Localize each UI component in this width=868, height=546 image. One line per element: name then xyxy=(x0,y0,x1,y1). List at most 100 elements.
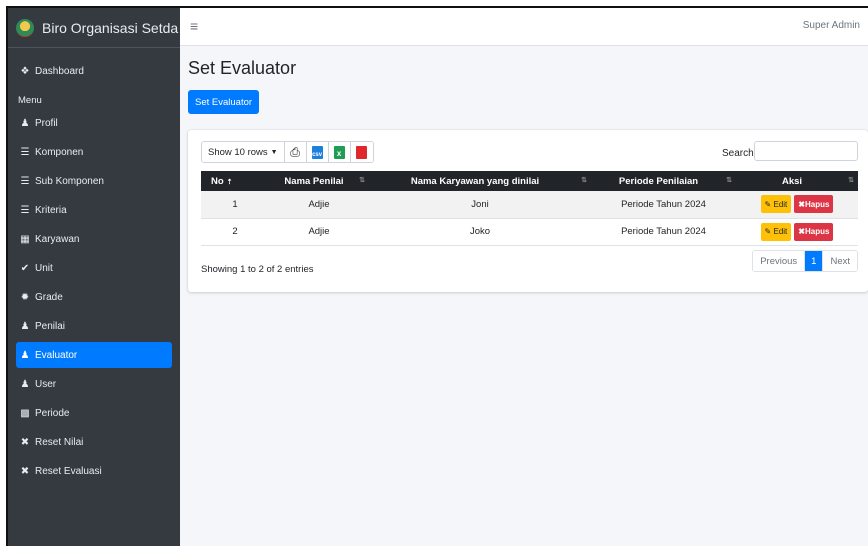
main-content: Set Evaluator Set Evaluator Show 10 rows… xyxy=(180,46,868,546)
sidebar-item-reset-evaluasi[interactable]: ✖ Reset Evaluasi xyxy=(16,458,172,484)
search-input[interactable] xyxy=(754,141,858,161)
sidebar-item-komponen[interactable]: ☰ Komponen xyxy=(16,139,172,165)
cell-periode: Periode Tahun 2024 xyxy=(591,218,736,246)
users-icon: ♟​ xyxy=(20,378,30,390)
csv-file-icon: csv xyxy=(311,145,323,159)
user-menu[interactable]: Super Admin xyxy=(803,20,860,31)
column-header-label: Nama Karyawan yang dinilai xyxy=(410,175,540,187)
brand-title: Biro Organisasi Setda Su xyxy=(42,19,180,36)
sidebar-item-label: Dashboard xyxy=(35,65,84,77)
excel-file-icon: x xyxy=(333,145,345,159)
sort-asc-icon: ⇡ xyxy=(226,178,233,186)
column-header-nama-karyawan[interactable]: Nama Karyawan yang dinilai ⇅ xyxy=(369,171,591,191)
cell-periode: Periode Tahun 2024 xyxy=(591,191,736,219)
evaluator-table: No ⇡ Nama Penilai ⇅ Nama Karyawan yang din… xyxy=(201,171,858,246)
x-icon: ✖ xyxy=(20,465,30,477)
gear-icon: ✹ xyxy=(20,291,30,303)
edit-label: Edit xyxy=(773,199,788,209)
sidebar-item-dashboard[interactable]: ❖ Dashboard xyxy=(16,58,172,84)
sidebar-item-reset-nilai[interactable]: ✖ Reset Nilai xyxy=(16,429,172,455)
sidebar-item-penilai[interactable]: ♟ Penilai xyxy=(16,313,172,339)
calendar-icon: ▩ xyxy=(20,407,30,419)
delete-button[interactable]: ✖Hapus xyxy=(794,222,834,241)
app-frame: Biro Organisasi Setda Su ❖ Dashboard Men… xyxy=(6,6,868,546)
close-icon: ✖ xyxy=(798,199,805,209)
menu-header: Menu xyxy=(18,95,42,106)
column-header-aksi[interactable]: Aksi ⇅ xyxy=(736,171,858,191)
cell-aksi: ✎ Edit ✖Hapus xyxy=(736,218,858,246)
cell-penilai: Adjie xyxy=(269,218,369,246)
sidebar-item-profil[interactable]: ♟ Profil xyxy=(16,110,172,136)
cell-aksi: ✎ Edit ✖Hapus xyxy=(736,191,858,219)
cell-no: 2 xyxy=(201,218,269,246)
cell-penilai: Adjie xyxy=(269,191,369,219)
column-header-label: Nama Penilai xyxy=(284,175,344,187)
cell-no: 1 xyxy=(201,191,269,219)
sidebar-item-periode[interactable]: ▩ Periode xyxy=(16,400,172,426)
sidebar-item-label: Sub Komponen xyxy=(35,175,104,187)
sidebar-item-kriteria[interactable]: ☰ Kriteria xyxy=(16,197,172,223)
sidebar-item-grade[interactable]: ✹ Grade xyxy=(16,284,172,310)
sort-icon: ⇅ xyxy=(581,177,587,184)
sidebar-nav: ❖ Dashboard Menu ♟ Profil ☰ Komponen ☰ S… xyxy=(8,48,180,493)
sidebar-item-label: Reset Nilai xyxy=(35,436,84,448)
brand-link[interactable]: Biro Organisasi Setda Su xyxy=(8,8,180,48)
page-title: Set Evaluator xyxy=(188,58,297,78)
show-rows-dropdown[interactable]: Show 10 rows ▼ xyxy=(202,142,285,162)
csv-button[interactable]: csv xyxy=(306,142,329,162)
pagination: Previous 1 Next xyxy=(752,250,858,272)
table-info: Showing 1 to 2 of 2 entries xyxy=(201,264,314,275)
table-card: Show 10 rows ▼ ⎙ csv x Search: No ⇡ Nama… xyxy=(188,130,868,292)
delete-label: Hapus xyxy=(804,227,830,236)
sidebar-item-label: Komponen xyxy=(35,146,84,158)
sidebar-item-sub-komponen[interactable]: ☰ Sub Komponen xyxy=(16,168,172,194)
sidebar: Biro Organisasi Setda Su ❖ Dashboard Men… xyxy=(8,8,180,546)
sidebar-item-label: Profil xyxy=(35,117,58,129)
sidebar-item-label: Periode xyxy=(35,407,70,419)
column-header-nama-penilai[interactable]: Nama Penilai ⇅ xyxy=(269,171,369,191)
building-icon: ▦ xyxy=(20,233,30,245)
sidebar-item-label: Unit xyxy=(35,262,53,274)
sidebar-item-label: Karyawan xyxy=(35,233,80,245)
check-icon: ✔ xyxy=(20,262,30,274)
edit-label: Edit xyxy=(773,227,788,236)
set-evaluator-button[interactable]: Set Evaluator xyxy=(188,90,260,114)
sidebar-item-label: Grade xyxy=(35,291,63,303)
pagination-page-1[interactable]: 1 xyxy=(805,251,824,271)
column-header-no[interactable]: No ⇡ xyxy=(201,171,269,191)
column-header-label: Aksi xyxy=(781,175,803,187)
sidebar-item-karyawan[interactable]: ▦ Karyawan xyxy=(16,226,172,252)
list-icon: ☰ xyxy=(20,146,30,158)
table-row: 1 Adjie Joni Periode Tahun 2024 ✎ Edit ✖… xyxy=(201,191,858,219)
hamburger-icon[interactable]: ≡ xyxy=(190,18,198,34)
sidebar-item-evaluator[interactable]: ♟ Evaluator xyxy=(16,342,172,368)
excel-button[interactable]: x xyxy=(328,142,351,162)
cell-karyawan: Joko xyxy=(369,218,591,246)
pagination-previous[interactable]: Previous xyxy=(753,251,806,271)
sort-icon: ⇅ xyxy=(359,177,365,184)
sidebar-item-label: Kriteria xyxy=(35,204,67,216)
chevron-down-icon: ▼ xyxy=(270,148,278,156)
search-label: Search: xyxy=(722,148,757,159)
sidebar-item-user[interactable]: ♟​ User xyxy=(16,371,172,397)
cell-karyawan: Joni xyxy=(369,191,591,219)
home-icon: ❖ xyxy=(20,65,30,77)
edit-icon: ✎ xyxy=(764,227,772,236)
pdf-button[interactable] xyxy=(350,142,373,162)
edit-button[interactable]: ✎ Edit xyxy=(760,222,792,241)
sidebar-item-unit[interactable]: ✔ Unit xyxy=(16,255,172,281)
x-icon: ✖ xyxy=(20,436,30,448)
edit-icon: ✎ xyxy=(764,199,772,209)
user-icon: ♟ xyxy=(20,349,30,361)
sidebar-item-label: Reset Evaluasi xyxy=(35,465,102,477)
column-header-periode[interactable]: Periode Penilaian ⇅ xyxy=(591,171,736,191)
print-button[interactable]: ⎙ xyxy=(284,142,307,162)
pdf-file-icon xyxy=(356,145,368,159)
delete-button[interactable]: ✖Hapus xyxy=(794,195,834,214)
user-icon: ♟ xyxy=(20,320,30,332)
delete-label: Hapus xyxy=(804,199,830,209)
list-icon: ☰ xyxy=(20,175,30,187)
column-header-label: Periode Penilaian xyxy=(618,175,699,187)
pagination-next[interactable]: Next xyxy=(823,251,857,271)
edit-button[interactable]: ✎ Edit xyxy=(760,195,792,214)
